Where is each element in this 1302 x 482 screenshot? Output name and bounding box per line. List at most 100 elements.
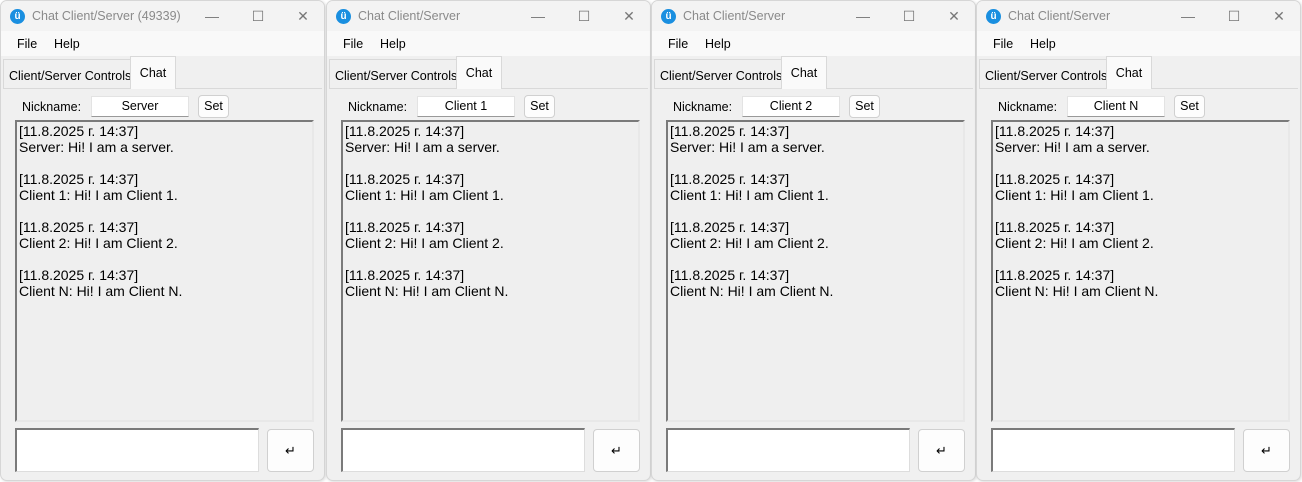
menu-help[interactable]: Help bbox=[54, 37, 80, 51]
chat-message: [11.8.2025 г. 14:37] Server: Hi! I am a s… bbox=[345, 123, 636, 155]
chat-message: [11.8.2025 г. 14:37] Client 2: Hi! I am C… bbox=[670, 219, 961, 251]
menu-help[interactable]: Help bbox=[380, 37, 406, 51]
message-text: Client 1: Hi! I am Client 1. bbox=[670, 187, 829, 203]
chat-window: ü Chat Client/Server — ☐ ✕ File Help Cli… bbox=[326, 0, 651, 481]
message-timestamp: [11.8.2025 г. 14:37] bbox=[995, 123, 1115, 139]
close-button[interactable]: ✕ bbox=[932, 1, 975, 31]
enter-icon: ↵ bbox=[611, 443, 622, 458]
app-icon: ü bbox=[661, 9, 676, 24]
message-timestamp: [11.8.2025 г. 14:37] bbox=[995, 171, 1115, 187]
window-title: Chat Client/Server bbox=[358, 9, 461, 23]
message-input[interactable] bbox=[991, 428, 1235, 472]
chat-log[interactable]: [11.8.2025 г. 14:37] Server: Hi! I am a s… bbox=[15, 120, 314, 422]
chat-window: ü Chat Client/Server (49339) — ☐ ✕ File … bbox=[0, 0, 325, 481]
window-title: Chat Client/Server (49339) bbox=[32, 9, 181, 23]
nickname-input[interactable]: Client 1 bbox=[417, 96, 515, 117]
chat-message: [11.8.2025 г. 14:37] Client 1: Hi! I am C… bbox=[995, 171, 1286, 203]
enter-icon: ↵ bbox=[936, 443, 947, 458]
app-icon: ü bbox=[336, 9, 351, 24]
menu-help[interactable]: Help bbox=[705, 37, 731, 51]
tab-strip: Client/Server Controls Chat bbox=[327, 56, 650, 89]
send-button[interactable]: ↵ bbox=[918, 429, 965, 472]
menu-file[interactable]: File bbox=[668, 37, 688, 51]
tab-client-server-controls[interactable]: Client/Server Controls bbox=[979, 59, 1114, 89]
minimize-button[interactable]: — bbox=[1166, 1, 1210, 31]
close-button[interactable]: ✕ bbox=[1257, 1, 1300, 31]
menu-file[interactable]: File bbox=[343, 37, 363, 51]
tab-chat[interactable]: Chat bbox=[1106, 56, 1152, 89]
maximize-button[interactable]: ☐ bbox=[562, 1, 606, 31]
chat-message: [11.8.2025 г. 14:37] Client 2: Hi! I am C… bbox=[995, 219, 1286, 251]
nickname-label: Nickname: bbox=[998, 100, 1058, 114]
enter-icon: ↵ bbox=[285, 443, 296, 458]
tab-client-server-controls[interactable]: Client/Server Controls bbox=[654, 59, 789, 89]
chat-log[interactable]: [11.8.2025 г. 14:37] Server: Hi! I am a s… bbox=[666, 120, 965, 422]
menu-file[interactable]: File bbox=[17, 37, 37, 51]
message-timestamp: [11.8.2025 г. 14:37] bbox=[345, 171, 465, 187]
menu-file[interactable]: File bbox=[993, 37, 1013, 51]
set-nickname-button[interactable]: Set bbox=[1174, 95, 1205, 118]
set-nickname-button[interactable]: Set bbox=[198, 95, 229, 118]
tab-chat[interactable]: Chat bbox=[130, 56, 176, 89]
message-text: Client 1: Hi! I am Client 1. bbox=[345, 187, 504, 203]
close-button[interactable]: ✕ bbox=[281, 1, 324, 31]
nickname-input[interactable]: Client N bbox=[1067, 96, 1165, 117]
send-button[interactable]: ↵ bbox=[593, 429, 640, 472]
menu-bar: File Help bbox=[977, 31, 1300, 56]
message-timestamp: [11.8.2025 г. 14:37] bbox=[995, 267, 1115, 283]
send-button[interactable]: ↵ bbox=[1243, 429, 1290, 472]
maximize-button[interactable]: ☐ bbox=[236, 1, 280, 31]
send-button[interactable]: ↵ bbox=[267, 429, 314, 472]
message-input[interactable] bbox=[341, 428, 585, 472]
title-bar[interactable]: ü Chat Client/Server — ☐ ✕ bbox=[652, 1, 975, 31]
minimize-button[interactable]: — bbox=[516, 1, 560, 31]
chat-log[interactable]: [11.8.2025 г. 14:37] Server: Hi! I am a s… bbox=[341, 120, 640, 422]
maximize-button[interactable]: ☐ bbox=[887, 1, 931, 31]
nickname-input[interactable]: Client 2 bbox=[742, 96, 840, 117]
message-text: Server: Hi! I am a server. bbox=[345, 139, 500, 155]
tab-chat[interactable]: Chat bbox=[456, 56, 502, 89]
chat-message: [11.8.2025 г. 14:37] Client 1: Hi! I am C… bbox=[670, 171, 961, 203]
chat-panel: Nickname: Client 2 Set [11.8.2025 г. 14:… bbox=[654, 88, 973, 478]
message-input[interactable] bbox=[15, 428, 259, 472]
title-bar[interactable]: ü Chat Client/Server (49339) — ☐ ✕ bbox=[1, 1, 324, 31]
minimize-button[interactable]: — bbox=[841, 1, 885, 31]
message-input[interactable] bbox=[666, 428, 910, 472]
chat-message: [11.8.2025 г. 14:37] Client N: Hi! I am C… bbox=[670, 267, 961, 299]
menu-bar: File Help bbox=[652, 31, 975, 56]
tab-strip: Client/Server Controls Chat bbox=[652, 56, 975, 89]
enter-icon: ↵ bbox=[1261, 443, 1272, 458]
tab-strip: Client/Server Controls Chat bbox=[977, 56, 1300, 89]
minimize-button[interactable]: — bbox=[190, 1, 234, 31]
message-timestamp: [11.8.2025 г. 14:37] bbox=[670, 123, 790, 139]
chat-message: [11.8.2025 г. 14:37] Client N: Hi! I am C… bbox=[995, 267, 1286, 299]
message-timestamp: [11.8.2025 г. 14:37] bbox=[19, 219, 139, 235]
chat-log[interactable]: [11.8.2025 г. 14:37] Server: Hi! I am a s… bbox=[991, 120, 1290, 422]
chat-window: ü Chat Client/Server — ☐ ✕ File Help Cli… bbox=[976, 0, 1301, 481]
title-bar[interactable]: ü Chat Client/Server — ☐ ✕ bbox=[327, 1, 650, 31]
nickname-input[interactable]: Server bbox=[91, 96, 189, 117]
chat-panel: Nickname: Server Set [11.8.2025 г. 14:37… bbox=[3, 88, 322, 478]
message-timestamp: [11.8.2025 г. 14:37] bbox=[19, 123, 139, 139]
maximize-button[interactable]: ☐ bbox=[1212, 1, 1256, 31]
set-nickname-button[interactable]: Set bbox=[849, 95, 880, 118]
nickname-label: Nickname: bbox=[22, 100, 82, 114]
message-text: Client 2: Hi! I am Client 2. bbox=[19, 235, 178, 251]
title-bar[interactable]: ü Chat Client/Server — ☐ ✕ bbox=[977, 1, 1300, 31]
app-icon: ü bbox=[986, 9, 1001, 24]
message-text: Client 2: Hi! I am Client 2. bbox=[670, 235, 829, 251]
menu-help[interactable]: Help bbox=[1030, 37, 1056, 51]
message-text: Server: Hi! I am a server. bbox=[19, 139, 174, 155]
tab-chat[interactable]: Chat bbox=[781, 56, 827, 89]
message-text: Server: Hi! I am a server. bbox=[995, 139, 1150, 155]
tab-client-server-controls[interactable]: Client/Server Controls bbox=[329, 59, 464, 89]
nickname-label: Nickname: bbox=[673, 100, 733, 114]
tab-strip: Client/Server Controls Chat bbox=[1, 56, 324, 89]
close-button[interactable]: ✕ bbox=[607, 1, 650, 31]
message-timestamp: [11.8.2025 г. 14:37] bbox=[19, 171, 139, 187]
tab-client-server-controls[interactable]: Client/Server Controls bbox=[3, 59, 138, 89]
message-timestamp: [11.8.2025 г. 14:37] bbox=[995, 219, 1115, 235]
chat-window: ü Chat Client/Server — ☐ ✕ File Help Cli… bbox=[651, 0, 976, 481]
set-nickname-button[interactable]: Set bbox=[524, 95, 555, 118]
chat-message: [11.8.2025 г. 14:37] Client 2: Hi! I am C… bbox=[19, 219, 310, 251]
